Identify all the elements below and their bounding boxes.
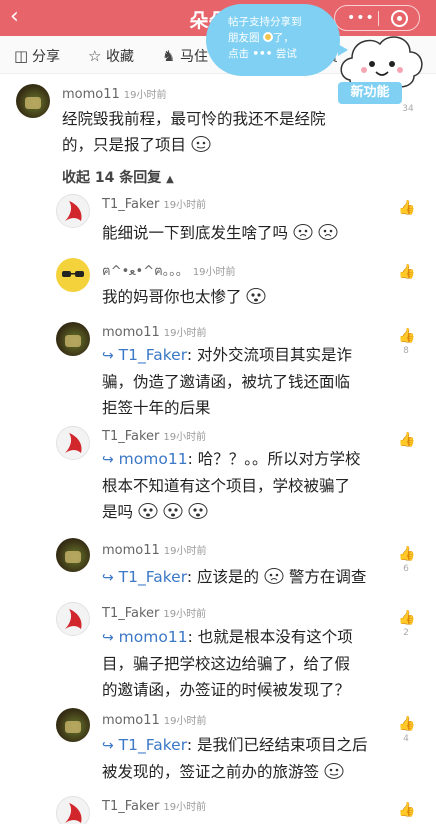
thumbs-up-icon[interactable]: 👍 (398, 610, 415, 626)
reply-text: ↪ T1_Faker: 是我们已经结束项目之后 被发现的，签证之前办的旅游签 (102, 736, 368, 781)
tooltip-line-2: 朋友圈 了， (228, 32, 294, 44)
thumbs-up-icon[interactable]: 👍 (398, 432, 415, 448)
reply-arrow-icon: ↪ (102, 738, 114, 754)
collapse-replies-button[interactable]: 收起 14 条回复 ▲ (62, 167, 174, 187)
comment-text: 经院毁我前程，最可怜的我还不是经院 的，只是报了项目 (62, 110, 326, 154)
target-icon[interactable] (391, 10, 408, 27)
emoji-icon (324, 763, 344, 779)
thumbs-up-icon[interactable]: 👍 (398, 328, 415, 344)
caret-up-icon: ▲ (166, 174, 174, 185)
emoji-icon (293, 224, 313, 240)
horse-save-button[interactable]: ♞ 马住 (162, 46, 208, 66)
like-count: 34 (402, 104, 414, 114)
thumbs-up-icon[interactable]: 👍 (398, 264, 415, 280)
thumbs-up-icon[interactable]: 👍 (398, 716, 415, 732)
reply-user: T1_Faker 19小时前 (102, 606, 207, 621)
share-tooltip[interactable]: 帖子支持分享到 朋友圈 了， 点击 ••• 尝试 (206, 4, 348, 76)
emoji-icon (246, 288, 266, 304)
reply-arrow-icon: ↪ (102, 452, 114, 468)
like-count: 6 (403, 564, 409, 574)
avatar[interactable] (56, 708, 90, 742)
horse-icon: ♞ (162, 47, 176, 65)
tooltip-line-1: 帖子支持分享到 (228, 16, 302, 28)
reply-arrow-icon: ↪ (102, 570, 114, 586)
like-count: 4 (403, 734, 409, 744)
avatar[interactable] (56, 258, 90, 292)
reply-text: ↪ momo11: 也就是根本没有这个项 目，骗子把学校这边给骗了，给了假 的邀… (102, 628, 353, 699)
thumbs-up-icon[interactable]: 👍 (398, 546, 415, 562)
reply-text: 我的妈哥你也太惨了 (102, 284, 266, 310)
more-dots-icon[interactable]: ••• (347, 10, 375, 26)
t1-logo-icon (65, 201, 82, 221)
avatar[interactable] (56, 796, 90, 824)
reply-text: 能细说一下到底发生啥了吗 (102, 220, 338, 246)
t1-logo-icon (65, 803, 82, 823)
collect-button[interactable]: ☆ 收藏 (88, 46, 134, 66)
comment-user: momo11 19小时前 (62, 87, 167, 102)
reply-user: momo11 19小时前 (102, 325, 207, 340)
emoji-icon (163, 503, 183, 519)
emoji-icon (191, 136, 211, 152)
share-icon: ◫ (14, 47, 29, 65)
like-count: 2 (403, 628, 409, 638)
sunglasses-avatar-icon (62, 271, 84, 277)
avatar[interactable] (56, 322, 90, 356)
reply-user: T1_Faker 19小时前 (102, 799, 207, 814)
emoji-icon (318, 224, 338, 240)
reply-user: T1_Faker 19小时前 (102, 429, 207, 444)
avatar[interactable] (56, 538, 90, 572)
share-button[interactable]: ◫ 分享 (14, 46, 60, 66)
emoji-icon (188, 503, 208, 519)
avatar[interactable] (56, 426, 90, 460)
capsule-divider (378, 11, 379, 26)
star-icon: ☆ (88, 47, 102, 65)
reply-user: momo11 19小时前 (102, 543, 207, 558)
avatar[interactable] (16, 84, 50, 118)
avatar[interactable] (56, 194, 90, 228)
reply-text: ↪ momo11: 哈？？。。所以对方学校 根本不知道有这个项目，学校被骗了 是… (102, 450, 361, 521)
new-feature-badge[interactable]: 新功能 (338, 82, 402, 104)
reply-arrow-icon: ↪ (102, 348, 114, 364)
emoji-icon (264, 568, 284, 584)
avatar[interactable] (56, 602, 90, 636)
reply-arrow-icon: ↪ (102, 630, 114, 646)
thumbs-up-icon[interactable]: 👍 (398, 802, 415, 818)
emoji-icon (138, 503, 158, 519)
t1-logo-icon (65, 609, 82, 629)
moments-icon (262, 32, 273, 42)
thumbs-up-icon[interactable]: 👍 (398, 200, 415, 216)
t1-logo-icon (65, 433, 82, 453)
reply-text: ↪ T1_Faker: 应该是的 警方在调查 (102, 568, 367, 586)
reply-user: T1_Faker 19小时前 (102, 197, 207, 212)
tooltip-line-3: 点击 ••• 尝试 (228, 48, 297, 60)
more-dots-icon: ••• (252, 48, 273, 60)
reply-user: ฅ^•ﻌ•^ฅ。。。 19小时前 (102, 264, 236, 279)
like-count: 8 (403, 346, 409, 356)
reply-user: momo11 19小时前 (102, 713, 207, 728)
reply-text: ↪ T1_Faker: 对外交流项目其实是诈 骗，伪造了邀请函，被坑了钱还面临 … (102, 346, 352, 417)
